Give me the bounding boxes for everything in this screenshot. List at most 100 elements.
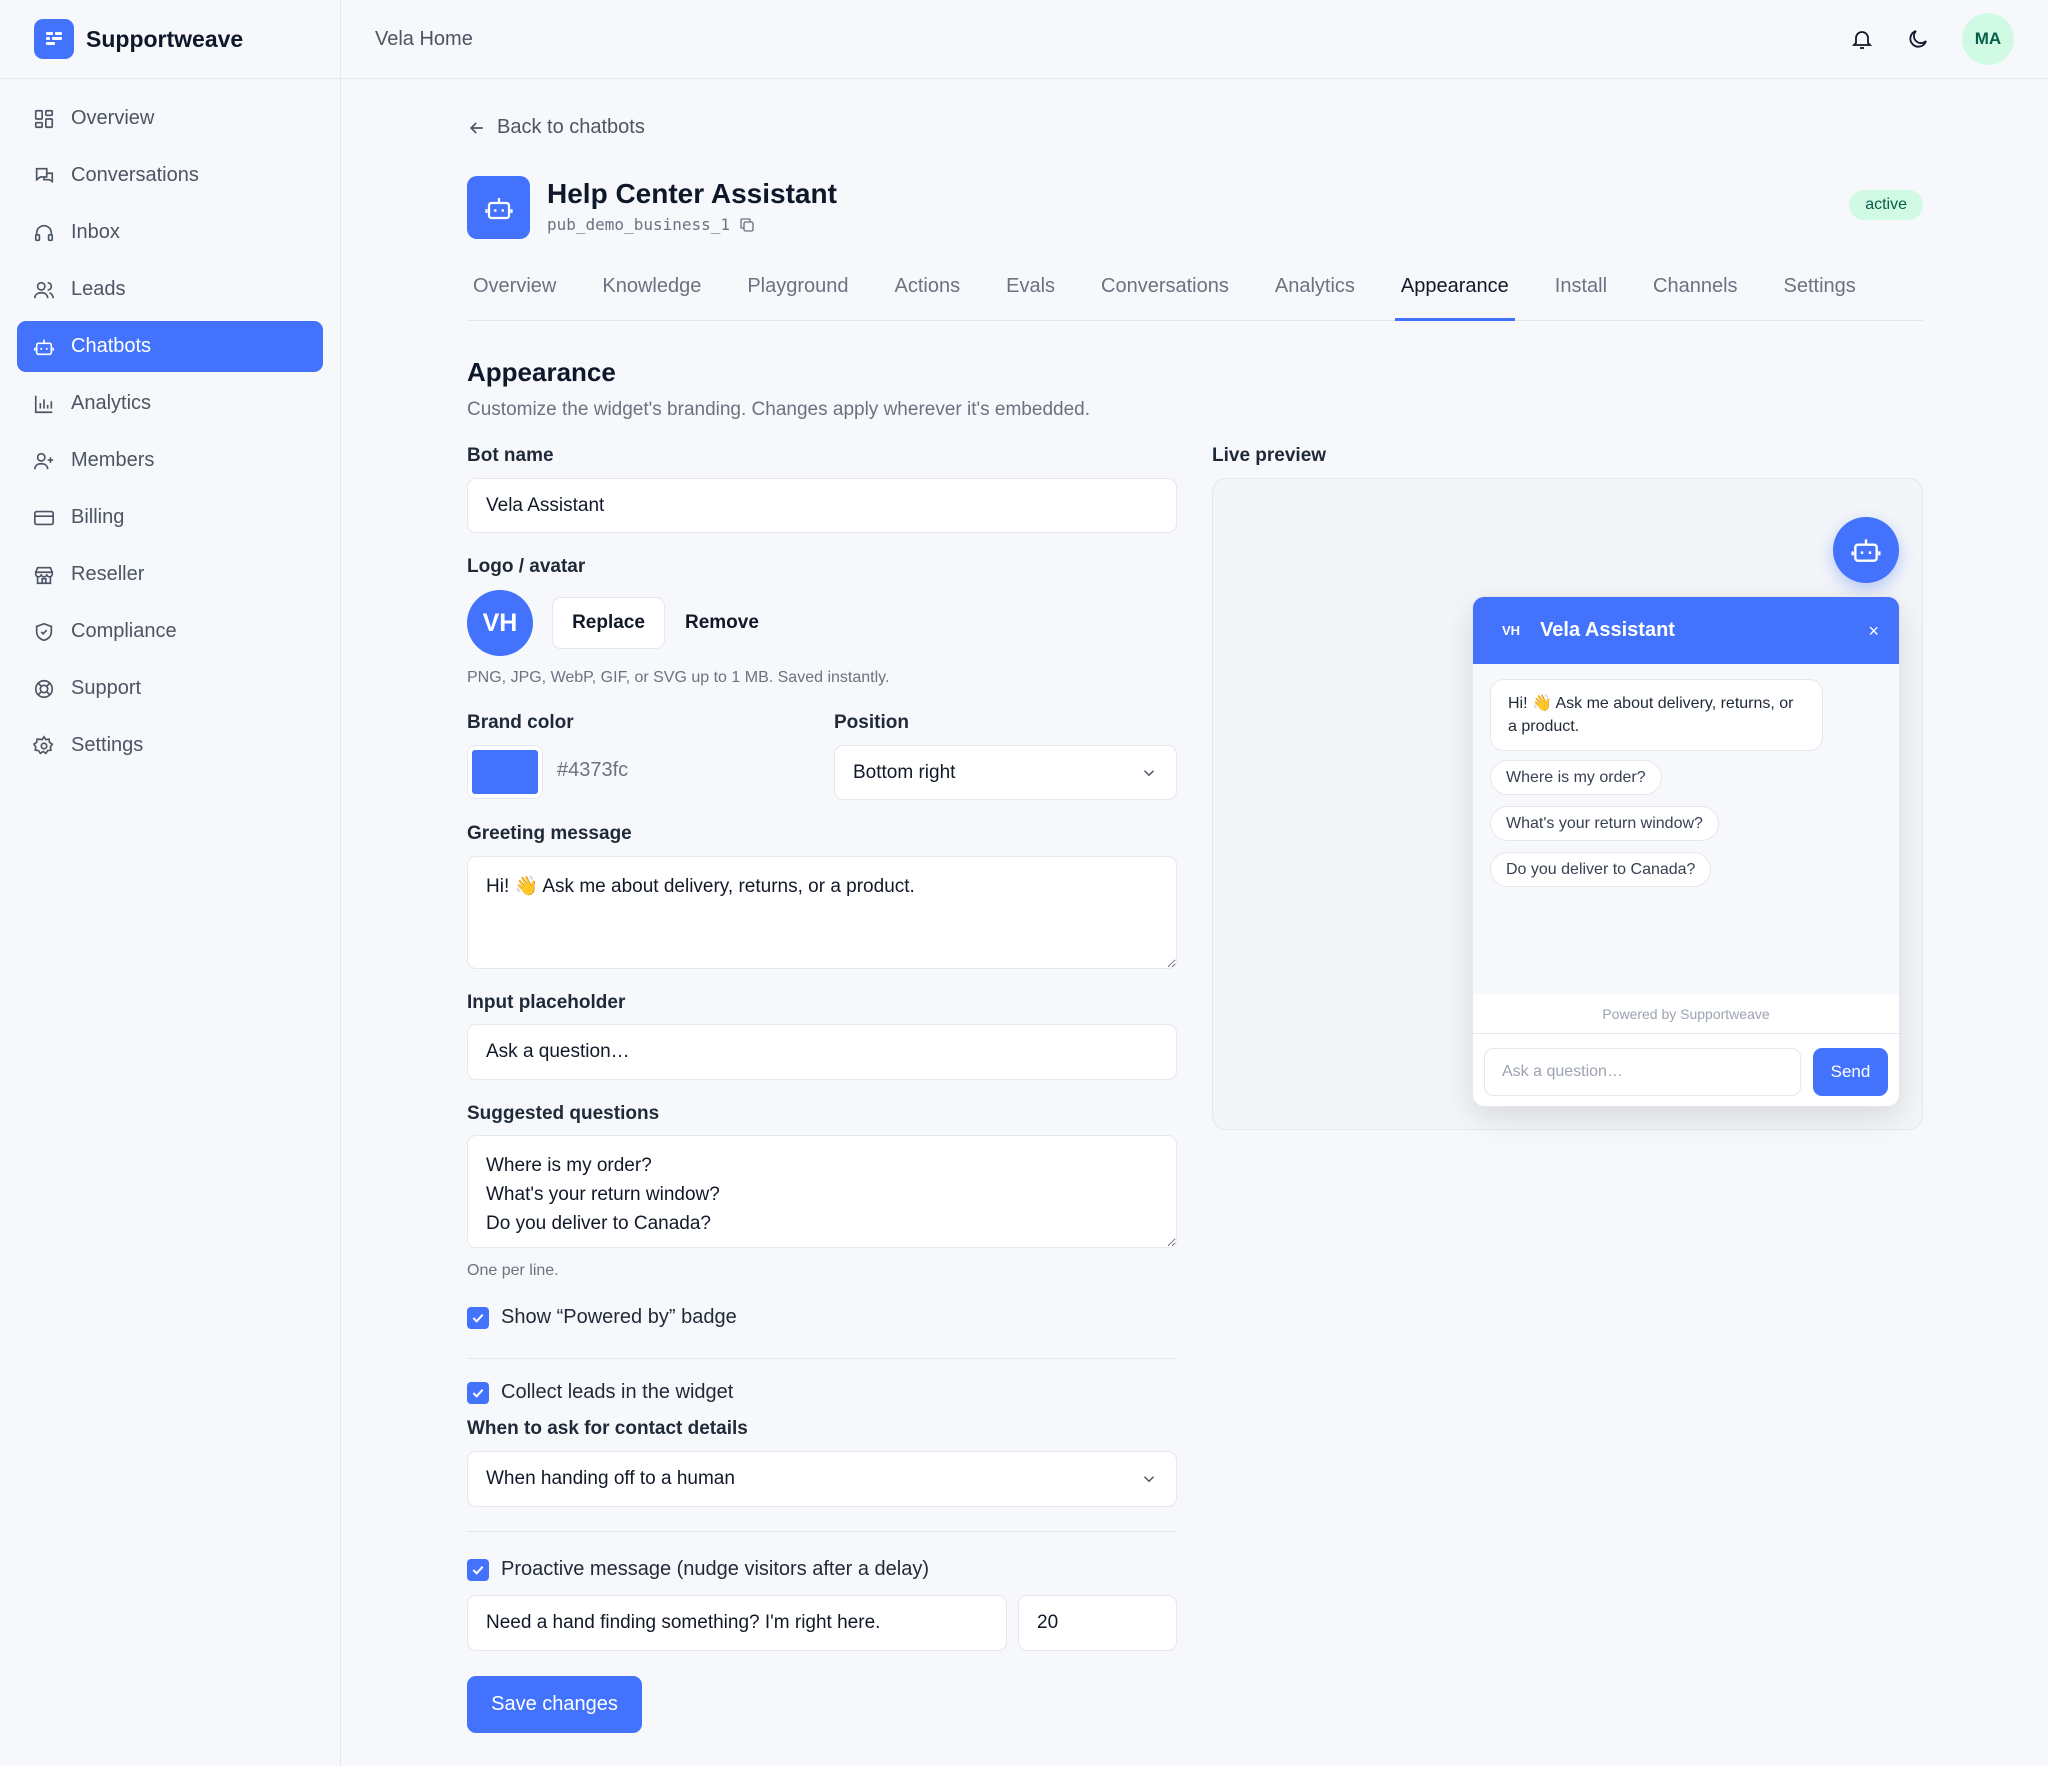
position-label: Position [834, 712, 909, 733]
position-select-value: Bottom right [853, 761, 956, 783]
logo-label: Logo / avatar [467, 556, 586, 577]
brand-color-label: Brand color [467, 712, 574, 733]
tab-playground[interactable]: Playground [741, 269, 854, 321]
sidebar-item-reseller[interactable]: Reseller [17, 549, 323, 600]
widget-launcher-button[interactable] [1833, 517, 1899, 583]
headset-icon [34, 224, 54, 241]
powered-by-checkbox-row[interactable]: Show “Powered by” badge [467, 1306, 737, 1329]
proactive-message-input[interactable]: Need a hand finding something? I'm right… [467, 1595, 1007, 1651]
logo-hint: PNG, JPG, WebP, GIF, or SVG up to 1 MB. … [467, 669, 890, 686]
live-preview: VH Vela Assistant × Hi! 👋 Ask me about d… [1212, 478, 1923, 1130]
tab-knowledge[interactable]: Knowledge [596, 269, 707, 321]
sidebar-item-conversations[interactable]: Conversations [17, 150, 323, 201]
check-icon [472, 1388, 484, 1398]
sidebar-item-label: Support [71, 677, 142, 699]
sidebar-item-compliance[interactable]: Compliance [17, 606, 323, 657]
sidebar-item-support[interactable]: Support [17, 663, 323, 714]
bar-chart-icon [34, 395, 53, 413]
close-icon[interactable]: × [1868, 621, 1879, 642]
users-icon [34, 281, 54, 298]
tab-install[interactable]: Install [1549, 269, 1613, 321]
tab-settings[interactable]: Settings [1778, 269, 1862, 321]
tab-channels[interactable]: Channels [1647, 269, 1744, 321]
powered-by-checkbox[interactable] [467, 1306, 489, 1329]
widget-send-button[interactable]: Send [1813, 1048, 1888, 1096]
sidebar-item-chatbots[interactable]: Chatbots [17, 321, 323, 372]
sidebar-item-label: Billing [71, 506, 125, 528]
copy-icon[interactable] [738, 216, 756, 234]
widget-title: Vela Assistant [1540, 619, 1675, 641]
sidebar: Supportweave Overview Conversations Inbo… [0, 0, 341, 1766]
collect-leads-checkbox-row[interactable]: Collect leads in the widget [467, 1381, 733, 1404]
placeholder-input[interactable]: Ask a question… [467, 1024, 1177, 1080]
suggested-textarea[interactable]: Where is my order? What's your return wi… [467, 1135, 1177, 1248]
user-avatar[interactable]: MA [1962, 13, 2014, 65]
bot-id: pub_demo_business_1 [547, 215, 756, 234]
greeting-textarea[interactable]: Hi! 👋 Ask me about delivery, returns, or… [467, 856, 1177, 969]
widget-body: Hi! 👋 Ask me about delivery, returns, or… [1473, 664, 1899, 994]
suggested-chip[interactable]: Do you deliver to Canada? [1490, 852, 1712, 887]
top-actions: MA [1850, 13, 2048, 65]
widget-avatar: VH [1502, 623, 1521, 638]
bell-icon[interactable] [1850, 27, 1874, 51]
section-title: Appearance [467, 357, 616, 387]
position-select[interactable]: Bottom right [834, 745, 1177, 800]
widget-header: VH Vela Assistant × [1473, 597, 1899, 664]
user-plus-icon [34, 452, 54, 469]
sidebar-item-overview[interactable]: Overview [17, 93, 323, 144]
replace-logo-button[interactable]: Replace [552, 597, 665, 649]
divider [467, 1531, 1177, 1532]
color-swatch [472, 750, 538, 794]
brand-color-picker[interactable] [467, 745, 543, 799]
preview-label: Live preview [1212, 445, 1327, 466]
tab-overview[interactable]: Overview [467, 269, 562, 321]
sidebar-item-label: Members [71, 449, 155, 471]
remove-logo-button[interactable]: Remove [685, 597, 759, 649]
brand-logo-icon [34, 19, 74, 59]
tab-evals[interactable]: Evals [1000, 269, 1061, 321]
suggested-chip[interactable]: What's your return window? [1490, 806, 1719, 841]
shield-icon [35, 622, 53, 641]
store-icon [34, 566, 54, 584]
brand[interactable]: Supportweave [0, 0, 340, 79]
contact-when-select[interactable]: When handing off to a human [467, 1451, 1177, 1507]
check-icon [472, 1313, 484, 1323]
powered-by-badge: Powered by Supportweave [1473, 994, 1899, 1034]
sidebar-item-billing[interactable]: Billing [17, 492, 323, 543]
logo-avatar: VH [467, 590, 533, 656]
tab-actions[interactable]: Actions [889, 269, 967, 321]
proactive-checkbox[interactable] [467, 1558, 489, 1581]
collect-leads-checkbox[interactable] [467, 1381, 489, 1404]
tab-conversations[interactable]: Conversations [1095, 269, 1235, 321]
chat-widget: VH Vela Assistant × Hi! 👋 Ask me about d… [1472, 596, 1900, 1107]
placeholder-label: Input placeholder [467, 992, 626, 1013]
greeting-label: Greeting message [467, 823, 632, 844]
sidebar-item-analytics[interactable]: Analytics [17, 378, 323, 429]
workspace-name[interactable]: Vela Home [375, 28, 473, 51]
widget-message-input[interactable]: Ask a question… [1484, 1048, 1801, 1096]
proactive-delay-input[interactable]: 20 [1018, 1595, 1177, 1651]
sidebar-nav: Overview Conversations Inbox Leads Chatb… [0, 79, 340, 771]
tab-analytics[interactable]: Analytics [1269, 269, 1361, 321]
suggested-chip[interactable]: Where is my order? [1490, 760, 1662, 795]
sidebar-item-settings[interactable]: Settings [17, 720, 323, 771]
proactive-label: Proactive message (nudge visitors after … [501, 1558, 929, 1580]
moon-icon[interactable] [1906, 27, 1930, 51]
sidebar-item-inbox[interactable]: Inbox [17, 207, 323, 258]
bot-name-label: Bot name [467, 445, 554, 466]
bot-icon [34, 339, 54, 355]
proactive-checkbox-row[interactable]: Proactive message (nudge visitors after … [467, 1558, 929, 1581]
chevron-down-icon [1143, 1476, 1155, 1483]
sidebar-item-leads[interactable]: Leads [17, 264, 323, 315]
bot-name-input[interactable]: Vela Assistant [467, 478, 1177, 533]
tab-bar: Overview Knowledge Playground Actions Ev… [467, 269, 1923, 321]
grid-icon [34, 109, 54, 128]
tab-appearance[interactable]: Appearance [1394, 269, 1515, 321]
brand-color-value[interactable]: #4373fc [557, 759, 628, 782]
check-icon [472, 1565, 484, 1575]
back-link-label: Back to chatbots [497, 116, 645, 138]
sidebar-item-label: Compliance [71, 620, 177, 642]
sidebar-item-members[interactable]: Members [17, 435, 323, 486]
back-link[interactable]: Back to chatbots [467, 116, 645, 139]
save-button[interactable]: Save changes [467, 1676, 642, 1733]
